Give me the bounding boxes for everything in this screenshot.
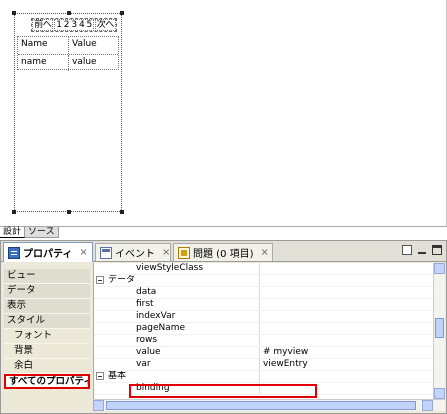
property-name: 基本 xyxy=(94,371,260,382)
property-name: データ xyxy=(94,275,260,286)
minimize-icon[interactable] xyxy=(417,245,427,255)
horizontal-scrollbar[interactable] xyxy=(93,399,445,411)
property-row[interactable]: var viewEntry xyxy=(94,359,433,371)
resize-handle[interactable] xyxy=(67,210,71,214)
property-value[interactable] xyxy=(260,275,433,286)
property-name: data xyxy=(94,287,260,298)
scroll-up-arrow-icon[interactable] xyxy=(434,263,445,274)
property-row[interactable]: pageName xyxy=(94,323,433,335)
category-item[interactable]: 表示 xyxy=(4,299,90,314)
resize-handle[interactable] xyxy=(67,11,71,15)
property-value[interactable] xyxy=(260,299,433,310)
property-row[interactable]: first xyxy=(94,299,433,311)
editor-mode-tabs: 設計 ソース xyxy=(0,226,447,238)
event-icon xyxy=(100,246,112,259)
property-row[interactable]: rows xyxy=(94,335,433,347)
tab-problems-label: 問題 (0 項目) xyxy=(193,249,254,260)
table-cell-name: name xyxy=(21,57,47,67)
pager[interactable]: 前へ 1 2 3 4 5 次へ xyxy=(31,18,117,32)
resize-handle[interactable] xyxy=(12,11,16,15)
category-list: ビュー データ 表示 スタイル フォント 背景 余白 すべてのプロパティ xyxy=(4,269,90,409)
category-item[interactable]: ビュー xyxy=(4,269,90,284)
category-item[interactable]: データ xyxy=(4,284,90,299)
resize-handle[interactable] xyxy=(120,11,124,15)
pager-next[interactable]: 次へ xyxy=(94,19,116,31)
table-cell-value: value xyxy=(68,55,118,71)
property-row[interactable]: value # myview xyxy=(94,347,433,359)
close-icon[interactable]: × xyxy=(79,247,87,258)
collapse-icon[interactable] xyxy=(96,276,104,284)
table-header-row: Name Value xyxy=(18,37,118,54)
tab-events[interactable]: イベント × xyxy=(95,243,171,261)
view-tab-bar: プロパティ × イベント × 問題 (0 項目) × xyxy=(1,241,446,262)
scroll-left-arrow-icon[interactable] xyxy=(93,400,104,411)
property-name: pageName xyxy=(94,323,260,334)
resize-handle[interactable] xyxy=(12,210,16,214)
category-item[interactable]: フォント xyxy=(4,329,90,344)
property-row[interactable]: indexVar xyxy=(94,311,433,323)
property-value[interactable] xyxy=(260,287,433,298)
property-row[interactable]: viewStyleClass xyxy=(94,263,433,275)
close-icon[interactable]: × xyxy=(261,247,269,258)
property-name: viewStyleClass xyxy=(94,263,260,274)
scroll-thumb[interactable] xyxy=(435,318,444,338)
view-menu-icon[interactable] xyxy=(402,245,412,255)
category-item[interactable]: すべてのプロパティ xyxy=(4,374,90,389)
tab-events-label: イベント xyxy=(115,249,155,260)
vertical-scrollbar[interactable] xyxy=(433,263,445,399)
resize-handle[interactable] xyxy=(120,210,124,214)
table-header-value: Value xyxy=(68,37,118,54)
properties-icon xyxy=(8,246,20,259)
tab-source[interactable]: ソース xyxy=(25,227,59,238)
table-header-name: Name xyxy=(21,39,48,49)
category-item[interactable]: 背景 xyxy=(4,344,90,359)
property-name: var xyxy=(94,359,260,370)
pager-pages[interactable]: 1 2 3 4 5 xyxy=(54,19,94,31)
tab-properties-label: プロパティ xyxy=(23,249,73,260)
var-highlight xyxy=(129,384,317,398)
scroll-down-arrow-icon[interactable] xyxy=(434,388,445,399)
property-row[interactable]: data xyxy=(94,287,433,299)
property-value[interactable]: viewEntry xyxy=(260,359,433,370)
preview-table: Name Value name value xyxy=(17,36,119,71)
view-toolbar xyxy=(402,245,442,255)
tab-design[interactable]: 設計 xyxy=(0,227,26,238)
category-item[interactable]: スタイル xyxy=(4,314,90,329)
tab-problems[interactable]: 問題 (0 項目) × xyxy=(173,243,273,261)
pager-prev[interactable]: 前へ xyxy=(32,19,54,31)
table-row: name value xyxy=(18,54,118,71)
category-item[interactable]: 余白 xyxy=(4,359,90,374)
property-value[interactable] xyxy=(260,335,433,346)
property-name: value xyxy=(94,347,260,358)
design-canvas[interactable]: 前へ 1 2 3 4 5 次へ Name Value name value xyxy=(0,0,447,226)
property-name: indexVar xyxy=(94,311,260,322)
property-value[interactable] xyxy=(260,263,433,274)
scroll-right-arrow-icon[interactable] xyxy=(422,400,433,411)
maximize-icon[interactable] xyxy=(432,245,442,255)
property-value[interactable] xyxy=(260,323,433,334)
scroll-thumb[interactable] xyxy=(106,401,416,410)
property-value[interactable]: # myview xyxy=(260,347,433,358)
collapse-icon[interactable] xyxy=(96,372,104,380)
property-tree: viewStyleClass データ data first indexVar pageNa… xyxy=(93,263,433,399)
property-value[interactable] xyxy=(260,311,433,322)
property-group-row[interactable]: データ xyxy=(94,275,433,287)
data-table-component[interactable]: 前へ 1 2 3 4 5 次へ Name Value name value xyxy=(12,11,124,214)
problem-icon xyxy=(178,246,190,259)
property-value[interactable] xyxy=(260,371,433,382)
property-name: rows xyxy=(94,335,260,346)
tab-properties[interactable]: プロパティ × xyxy=(3,242,93,262)
properties-view: プロパティ × イベント × 問題 (0 項目) × ビュー データ 表示 スタイルフ… xyxy=(0,240,447,414)
property-name: first xyxy=(94,299,260,310)
close-icon[interactable]: × xyxy=(162,247,170,258)
property-group-row[interactable]: 基本 xyxy=(94,371,433,383)
